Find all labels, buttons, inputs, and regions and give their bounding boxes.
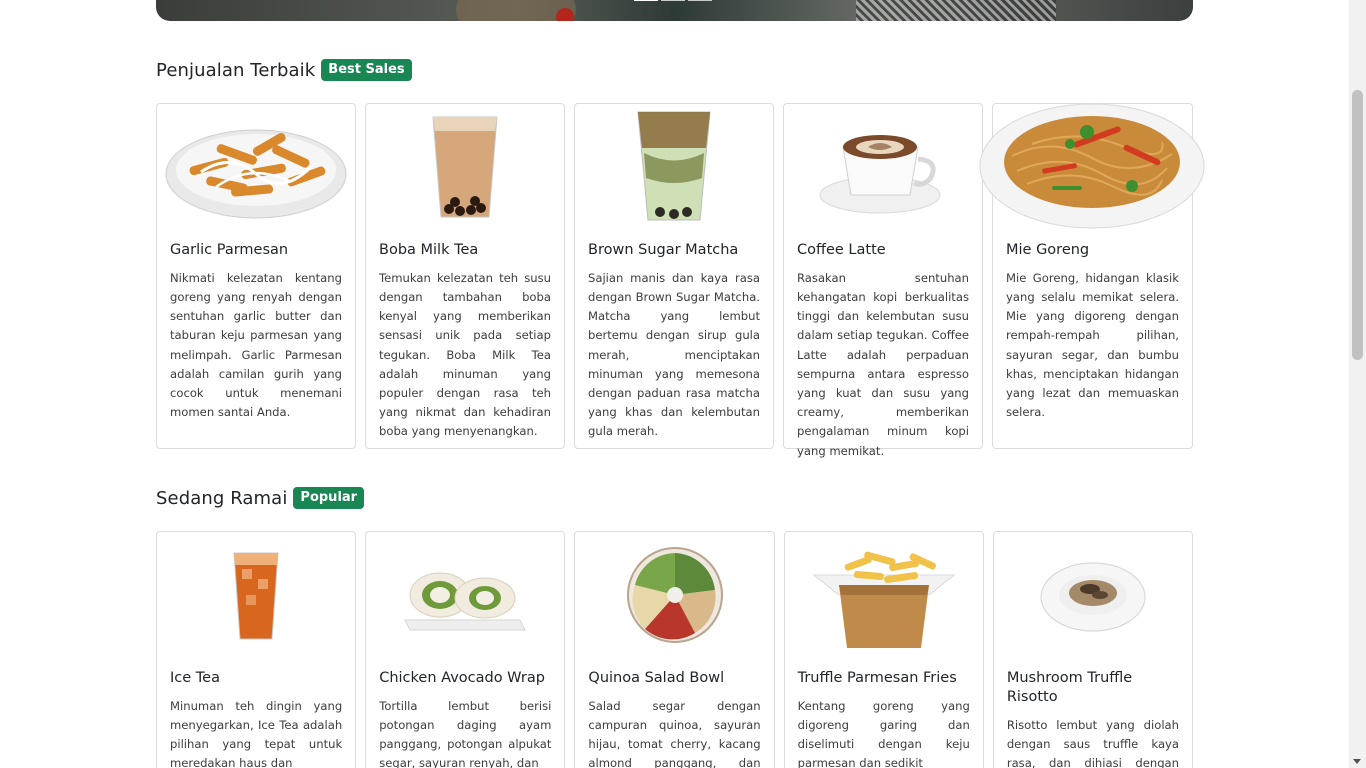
product-card[interactable]: Chicken Avocado Wrap Tortilla lembut ber…	[365, 531, 566, 768]
mushroom-truffle-risotto-icon	[994, 532, 1192, 657]
product-description: Nikmati kelezatan kentang goreng yang re…	[170, 270, 342, 420]
ice-tea-icon	[157, 532, 355, 657]
quinoa-salad-bowl-icon	[575, 532, 773, 657]
hero-carousel[interactable]	[156, 0, 1193, 21]
product-card[interactable]: Mushroom Truffle Risotto Risotto lembut …	[992, 531, 1194, 768]
section-best-sales-header: Penjualan Terbaik Best Sales	[156, 59, 412, 82]
carousel-image-detail	[556, 8, 574, 21]
popular-card-row: Ice Tea Minuman teh dingin yang menyegar…	[156, 531, 1194, 768]
boba-milk-tea-icon	[366, 104, 564, 229]
product-card[interactable]: Coffee Latte Rasakan sentuhan kehangatan…	[783, 103, 983, 458]
product-description: Minuman teh dingin yang menyegarkan, Ice…	[170, 698, 343, 768]
product-card[interactable]: Boba Milk Tea Temukan kelezatan teh susu…	[365, 103, 565, 449]
product-description: Salad segar dengan campuran quinoa, sayu…	[588, 698, 761, 768]
carousel-indicator-3[interactable]	[688, 0, 712, 1]
product-description: Tortilla lembut berisi potongan daging a…	[379, 698, 552, 768]
product-card[interactable]: Garlic Parmesan Nikmati kelezatan kentan…	[156, 103, 356, 449]
carousel-indicator-2[interactable]	[661, 0, 685, 1]
brown-sugar-matcha-icon	[575, 104, 773, 229]
product-card[interactable]: Brown Sugar Matcha Sajian manis dan kaya…	[574, 103, 774, 449]
product-card[interactable]: Truffle Parmesan Fries Kentang goreng ya…	[783, 531, 984, 768]
scroll-down-arrow-icon[interactable]	[1353, 759, 1361, 764]
product-card[interactable]: Quinoa Salad Bowl Salad segar dengan cam…	[574, 531, 775, 768]
product-name: Quinoa Salad Bowl	[588, 670, 725, 686]
product-name: Garlic Parmesan	[170, 242, 289, 258]
product-name: Boba Milk Tea	[379, 242, 479, 258]
product-name: Brown Sugar Matcha	[588, 242, 739, 258]
section-popular-header: Sedang Ramai Popular	[156, 487, 365, 510]
product-description: Kentang goreng yang digoreng garing dan …	[797, 698, 970, 768]
product-name: Mie Goreng	[1006, 242, 1090, 258]
product-name: Mushroom Truffle Risotto	[1006, 670, 1133, 705]
mie-goreng-icon	[979, 103, 1205, 229]
garlic-parmesan-fries-icon	[157, 104, 355, 229]
product-name: Ice Tea	[170, 670, 220, 686]
product-description: Rasakan sentuhan kehangatan kopi berkual…	[797, 270, 969, 458]
scrollbar-thumb[interactable]	[1352, 90, 1363, 360]
section-title: Sedang Ramai	[156, 487, 288, 509]
product-card[interactable]: Ice Tea Minuman teh dingin yang menyegar…	[156, 531, 357, 768]
section-title: Penjualan Terbaik	[156, 59, 316, 81]
popular-badge: Popular	[293, 487, 365, 510]
product-description: Risotto lembut yang diolah dengan saus t…	[1006, 717, 1180, 768]
carousel-indicator-1[interactable]	[634, 0, 658, 1]
best-sales-card-row: Garlic Parmesan Nikmati kelezatan kentan…	[156, 103, 1205, 458]
page-scrollbar[interactable]	[1349, 0, 1366, 768]
truffle-parmesan-fries-icon	[785, 532, 983, 657]
product-description: Temukan kelezatan teh susu dengan tambah…	[379, 270, 551, 439]
product-name: Truffle Parmesan Fries	[797, 670, 957, 686]
product-name: Coffee Latte	[797, 242, 886, 258]
product-description: Sajian manis dan kaya rasa dengan Brown …	[588, 270, 760, 439]
carousel-indicators	[634, 0, 712, 1]
carousel-image-detail	[856, 0, 1056, 21]
product-description: Mie Goreng, hidangan klasik yang selalu …	[1006, 270, 1179, 420]
chicken-avocado-wrap-icon	[366, 532, 564, 657]
best-sales-badge: Best Sales	[321, 59, 412, 82]
product-card[interactable]: Mie Goreng Mie Goreng, hidangan klasik y…	[979, 103, 1205, 449]
coffee-latte-icon	[784, 104, 982, 229]
product-name: Chicken Avocado Wrap	[379, 670, 545, 686]
